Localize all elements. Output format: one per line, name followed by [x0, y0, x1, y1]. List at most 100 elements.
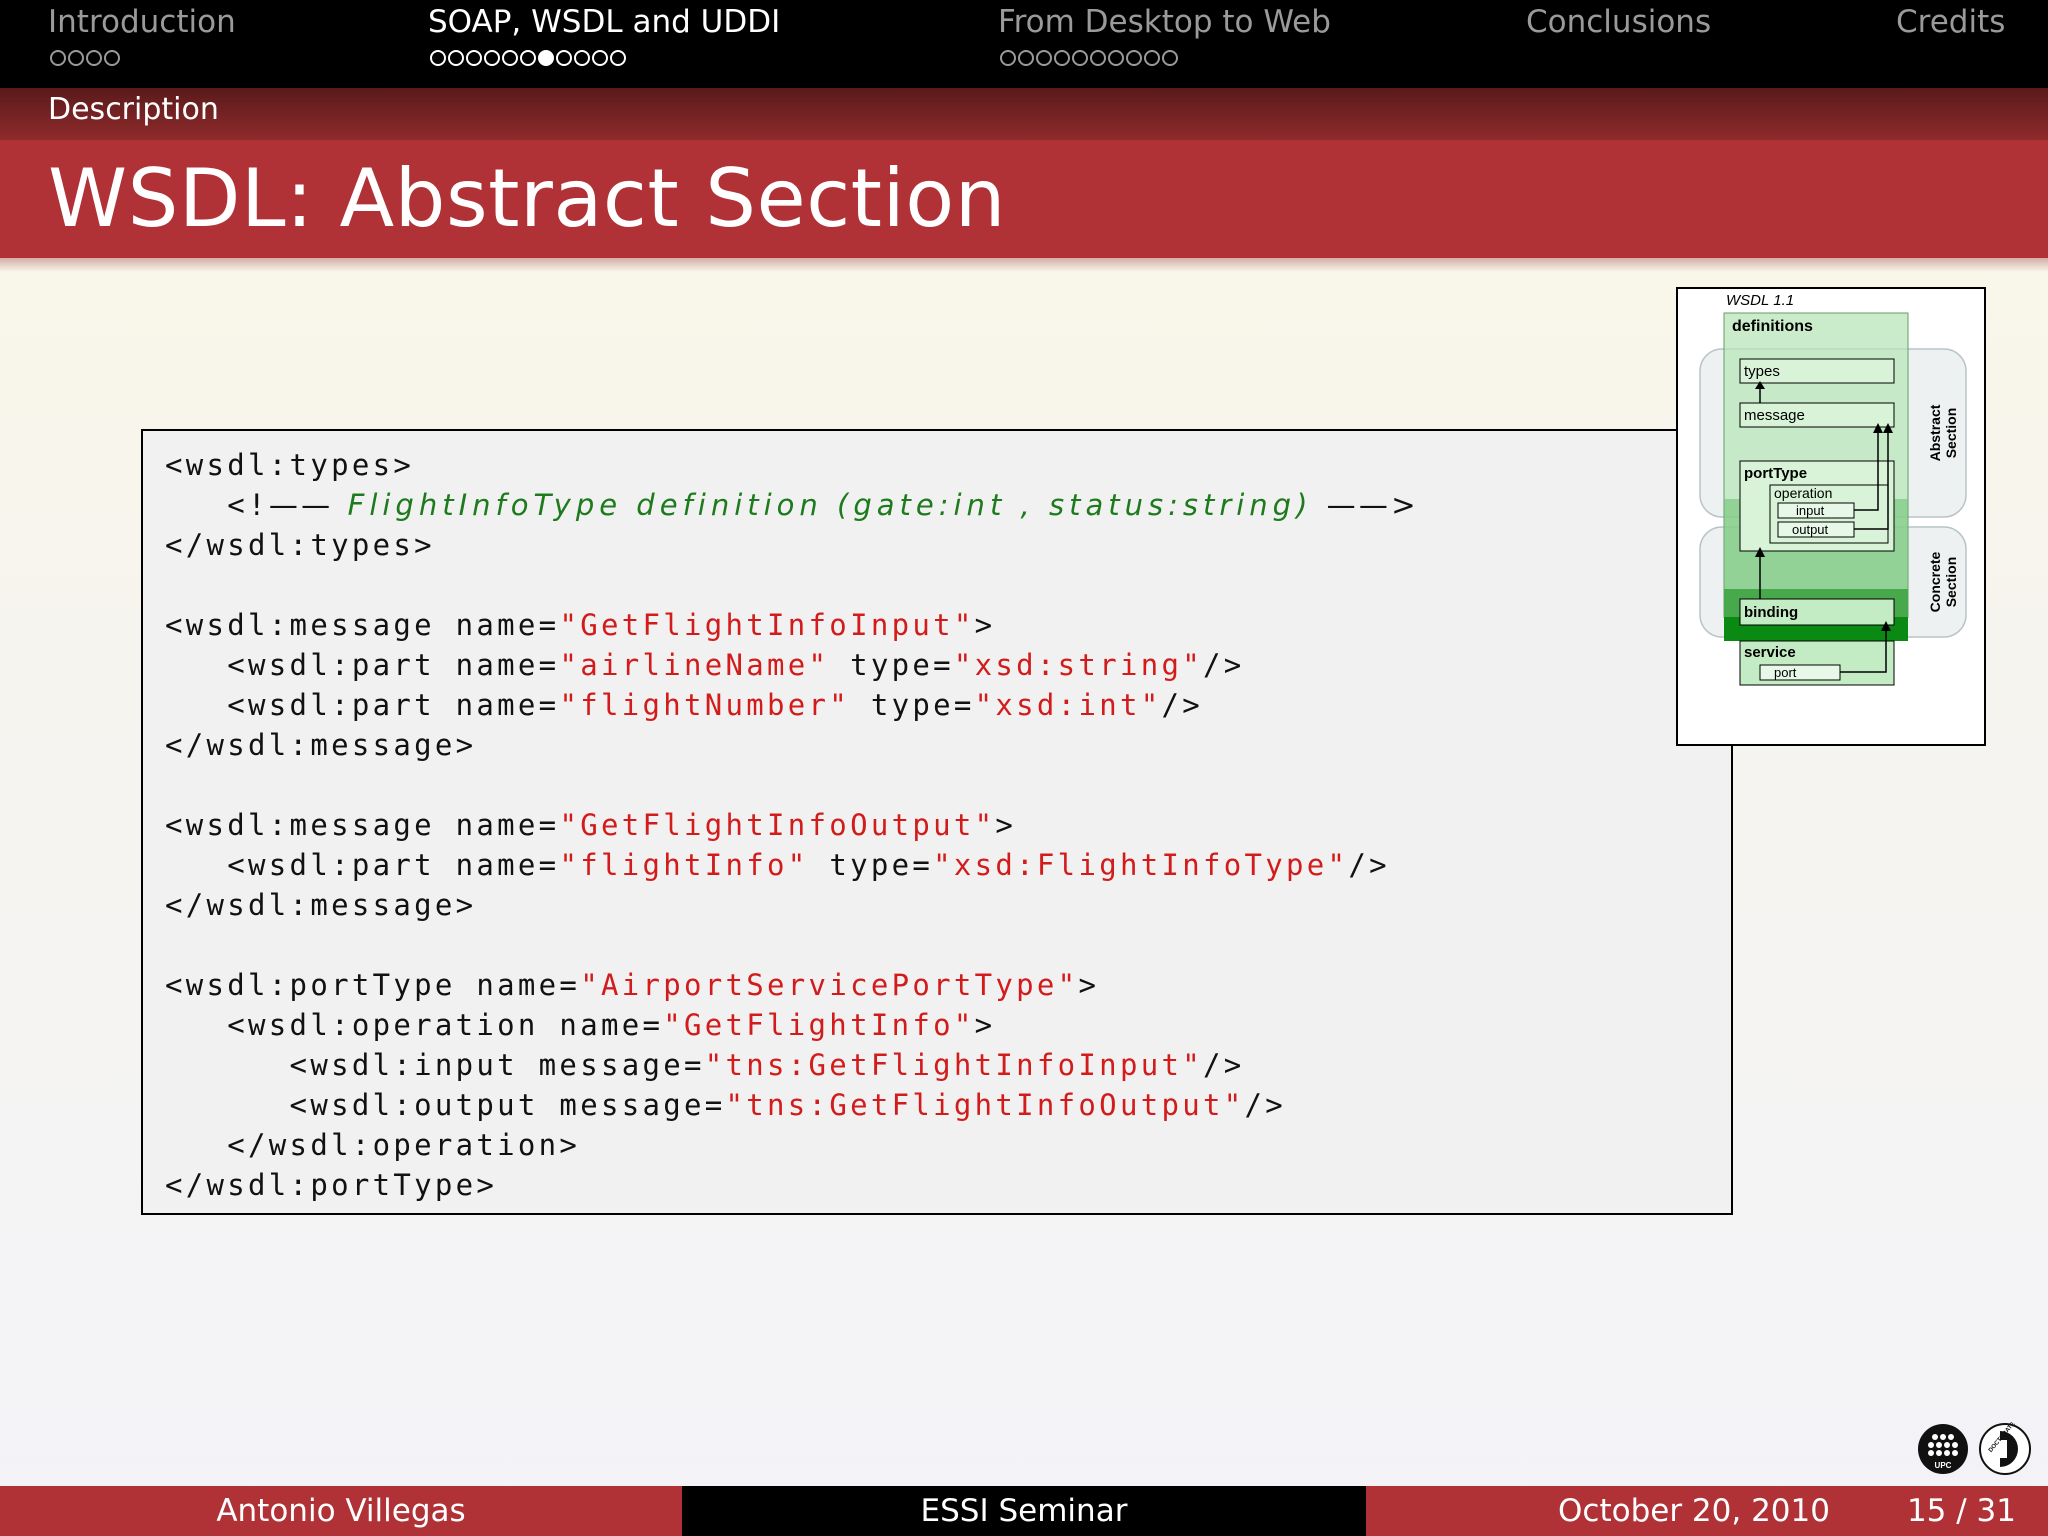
- code-token: </wsdl:types>: [165, 528, 435, 562]
- code-string: "airlineName": [559, 648, 830, 682]
- code-line: <wsdl:part name="flightNumber" type="xsd…: [165, 685, 1203, 725]
- code-token: <wsdl:types>: [165, 448, 415, 482]
- concrete-label-line2: Section: [1943, 557, 1959, 608]
- code-line: <wsdl:types>: [165, 445, 414, 485]
- input-label: input: [1796, 503, 1825, 518]
- code-string: "flightInfo": [559, 848, 809, 882]
- nav-dot-frame-4[interactable]: [1054, 50, 1070, 66]
- nav-section-title[interactable]: Introduction: [48, 4, 236, 40]
- nav-dot-frame-4[interactable]: [104, 50, 120, 66]
- code-token: type=: [829, 648, 954, 682]
- nav-dot-frame-1[interactable]: [430, 50, 446, 66]
- nav-dot-frame-9[interactable]: [574, 50, 590, 66]
- wsdl-structure-diagram: WSDL 1.1 definitions types message portT…: [1676, 287, 1986, 746]
- port-box: [1759, 664, 1841, 681]
- subsection-title: Description: [48, 92, 219, 127]
- code-line: <wsdl:message name="GetFlightInfoOutput"…: [165, 805, 1016, 845]
- nav-dot-frame-8[interactable]: [1126, 50, 1142, 66]
- footer-author: Antonio Villegas: [0, 1486, 682, 1536]
- code-line: </wsdl:operation>: [165, 1125, 580, 1165]
- nav-dot-frame-8[interactable]: [556, 50, 572, 66]
- code-token: type=: [850, 688, 975, 722]
- code-token: </wsdl:operation>: [165, 1128, 581, 1162]
- code-comment: FlightInfoType definition (gate:int , st…: [333, 488, 1327, 522]
- subsection-bar: [0, 88, 2048, 140]
- code-line: <wsdl:portType name="AirportServicePortT…: [165, 965, 1099, 1005]
- nav-dot-frame-1[interactable]: [50, 50, 66, 66]
- upc-logo: UPC: [1918, 1424, 1968, 1474]
- diagram-heading: WSDL 1.1: [1726, 292, 1794, 309]
- code-token: <wsdl:message name=: [165, 608, 560, 642]
- operation-label: operation: [1774, 485, 1832, 501]
- nav-dot-frame-10[interactable]: [592, 50, 608, 66]
- code-token: <wsdl:input message=: [165, 1048, 705, 1082]
- abstract-label-line2: Section: [1943, 408, 1959, 459]
- nav-dot-frame-2[interactable]: [1018, 50, 1034, 66]
- service-label: service: [1744, 644, 1796, 661]
- code-token: <wsdl:operation name=: [165, 1008, 664, 1042]
- code-token: >: [995, 808, 1017, 842]
- nav-section-title[interactable]: SOAP, WSDL and UDDI: [428, 4, 780, 40]
- code-line: <wsdl:input message="tns:GetFlightInfoIn…: [165, 1045, 1245, 1085]
- svg-text:UPC: UPC: [1935, 1461, 1952, 1470]
- code-token: <wsdl:message name=: [165, 808, 560, 842]
- footer-date-page: October 20, 2010 15 / 31: [1366, 1486, 2048, 1536]
- code-string: "GetFlightInfoInput": [559, 608, 975, 642]
- code-token: </wsdl:message>: [165, 728, 477, 762]
- code-token: />: [1203, 648, 1245, 682]
- code-line: <!—— FlightInfoType definition (gate:int…: [165, 485, 1419, 525]
- nav-dot-frame-5[interactable]: [502, 50, 518, 66]
- code-line: <wsdl:part name="airlineName" type="xsd:…: [165, 645, 1245, 685]
- code-token: <wsdl:portType name=: [165, 968, 581, 1002]
- upc-logo-mark: UPC: [1928, 1434, 1958, 1470]
- doctorate-logo: DOCTORATE: [1978, 1421, 2032, 1476]
- nav-section-title[interactable]: From Desktop to Web: [998, 4, 1331, 40]
- code-line: <wsdl:output message="tns:GetFlightInfoO…: [165, 1085, 1286, 1125]
- code-token: </wsdl:message>: [165, 888, 477, 922]
- nav-dot-frame-5[interactable]: [1072, 50, 1088, 66]
- nav-dot-frame-2[interactable]: [68, 50, 84, 66]
- code-token: >: [1078, 968, 1100, 1002]
- code-string: "tns:GetFlightInfoOutput": [725, 1088, 1245, 1122]
- code-line: </wsdl:message>: [165, 725, 476, 765]
- nav-dot-frame-3[interactable]: [86, 50, 102, 66]
- abstract-label-line1: Abstract: [1927, 404, 1943, 461]
- message-label: message: [1744, 407, 1805, 424]
- nav-dot-frame-7[interactable]: [538, 50, 554, 66]
- output-label: output: [1792, 522, 1829, 537]
- nav-dots: [1000, 50, 1180, 72]
- port-label: port: [1774, 665, 1797, 680]
- code-token: >: [974, 608, 996, 642]
- binding-label: binding: [1744, 604, 1798, 621]
- nav-section-title[interactable]: Credits: [1896, 4, 2005, 40]
- code-string: "xsd:int": [974, 688, 1162, 722]
- section-navigation: Introduction SOAP, WSDL and UDDI From De…: [0, 0, 2048, 88]
- nav-dots: [50, 50, 122, 72]
- code-string: "GetFlightInfo": [663, 1008, 975, 1042]
- code-string: "xsd:string": [953, 648, 1203, 682]
- code-token: <wsdl:part name=: [165, 848, 560, 882]
- nav-dot-frame-9[interactable]: [1144, 50, 1160, 66]
- code-line: </wsdl:message>: [165, 885, 476, 925]
- nav-dot-frame-4[interactable]: [484, 50, 500, 66]
- nav-dot-frame-11[interactable]: [610, 50, 626, 66]
- code-string: "flightNumber": [559, 688, 851, 722]
- nav-dot-frame-7[interactable]: [1108, 50, 1124, 66]
- code-token: />: [1161, 688, 1204, 722]
- nav-dot-frame-3[interactable]: [466, 50, 482, 66]
- code-token: <!: [165, 488, 269, 522]
- nav-dot-frame-10[interactable]: [1162, 50, 1178, 66]
- nav-dot-frame-6[interactable]: [1090, 50, 1106, 66]
- nav-section-title[interactable]: Conclusions: [1526, 4, 1711, 40]
- porttype-label: portType: [1744, 465, 1807, 482]
- nav-dot-frame-2[interactable]: [448, 50, 464, 66]
- code-string: "AirportServicePortType": [580, 968, 1079, 1002]
- code-listing: <wsdl:types> <!—— FlightInfoType definit…: [141, 429, 1733, 1215]
- nav-dot-frame-6[interactable]: [520, 50, 536, 66]
- code-line: <wsdl:message name="GetFlightInfoInput">: [165, 605, 995, 645]
- nav-dot-frame-3[interactable]: [1036, 50, 1052, 66]
- nav-dot-frame-1[interactable]: [1000, 50, 1016, 66]
- code-line: <wsdl:operation name="GetFlightInfo">: [165, 1005, 995, 1045]
- code-token: >: [974, 1008, 996, 1042]
- footer-date: October 20, 2010: [1558, 1493, 1830, 1529]
